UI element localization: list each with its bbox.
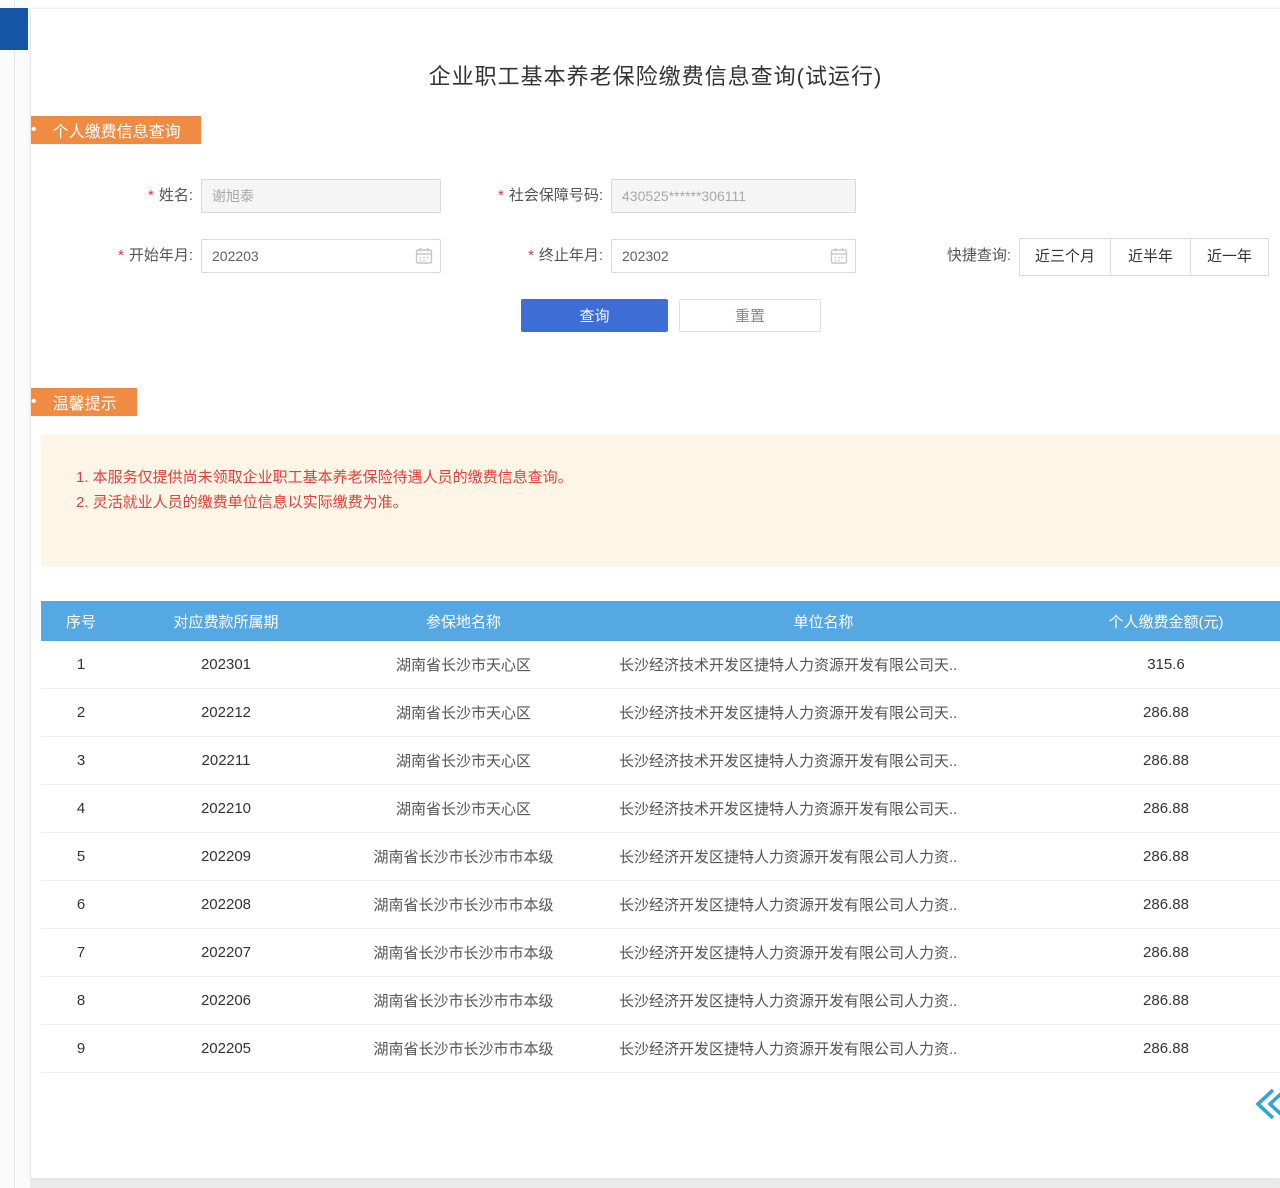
query-button[interactable]: 查询 [521,299,668,332]
end-month-label: *终止年月: [411,239,603,273]
cell-period: 202301 [121,656,331,673]
cell-seq: 9 [41,1040,121,1057]
cell-area: 湖南省长沙市天心区 [331,750,596,771]
section-tips-label: 温馨提示 [53,390,117,414]
cell-area: 湖南省长沙市长沙市市本级 [331,1038,596,1059]
section-header-query: • 个人缴费信息查询 [30,116,201,144]
table-row: 5 202209 湖南省长沙市长沙市市本级 长沙经济开发区捷特人力资源开发有限公… [41,833,1280,881]
cell-company: 长沙经济技术开发区捷特人力资源开发有限公司天.. [596,798,1051,819]
double-chevron-left-icon[interactable] [1249,1086,1280,1122]
cell-seq: 1 [41,656,121,673]
cell-amount: 286.88 [1051,848,1280,865]
ssn-label: *社会保障号码: [411,179,603,213]
section-header-tips: • 温馨提示 [30,388,137,416]
ribbon-fold-icon [30,144,31,157]
cell-seq: 8 [41,992,121,1009]
reset-button[interactable]: 重置 [679,299,821,332]
page-bottom-strip [30,1178,1280,1188]
cell-company: 长沙经济开发区捷特人力资源开发有限公司人力资.. [596,846,1051,867]
table-row: 1 202301 湖南省长沙市天心区 长沙经济技术开发区捷特人力资源开发有限公司… [41,641,1280,689]
cell-company: 长沙经济开发区捷特人力资源开发有限公司人力资.. [596,1038,1051,1059]
notice-line: 1. 本服务仅提供尚未领取企业职工基本养老保险待遇人员的缴费信息查询。 [76,465,1261,490]
table-row: 7 202207 湖南省长沙市长沙市市本级 长沙经济开发区捷特人力资源开发有限公… [41,929,1280,977]
quick-query-label: 快捷查询: [919,238,1011,274]
cell-company: 长沙经济开发区捷特人力资源开发有限公司人力资.. [596,894,1051,915]
left-gutter [0,0,30,1188]
table-row: 9 202205 湖南省长沙市长沙市市本级 长沙经济开发区捷特人力资源开发有限公… [41,1025,1280,1073]
table-row: 3 202211 湖南省长沙市天心区 长沙经济技术开发区捷特人力资源开发有限公司… [41,737,1280,785]
cell-period: 202207 [121,944,331,961]
cell-amount: 286.88 [1051,752,1280,769]
cell-area: 湖南省长沙市天心区 [331,798,596,819]
table-header-row: 序号 对应费款所属期 参保地名称 单位名称 个人缴费金额(元) [41,601,1280,641]
col-header-period: 对应费款所属期 [121,611,331,632]
cell-amount: 286.88 [1051,944,1280,961]
cell-period: 202212 [121,704,331,721]
table-row: 2 202212 湖南省长沙市天心区 长沙经济技术开发区捷特人力资源开发有限公司… [41,689,1280,737]
col-header-area: 参保地名称 [331,611,596,632]
cell-amount: 286.88 [1051,1040,1280,1057]
cell-period: 202209 [121,848,331,865]
cell-area: 湖南省长沙市长沙市市本级 [331,942,596,963]
cell-seq: 4 [41,800,121,817]
cell-amount: 315.6 [1051,656,1280,673]
cell-seq: 6 [41,896,121,913]
name-label: *姓名: [81,179,193,213]
required-icon: * [148,187,154,204]
cell-period: 202210 [121,800,331,817]
ribbon-fold-icon [30,416,31,429]
ssn-input[interactable] [611,179,856,213]
cell-company: 长沙经济技术开发区捷特人力资源开发有限公司天.. [596,654,1051,675]
corner-tab [0,8,28,50]
cell-company: 长沙经济开发区捷特人力资源开发有限公司人力资.. [596,942,1051,963]
cell-amount: 286.88 [1051,704,1280,721]
main-panel: 企业职工基本养老保险缴费信息查询(试运行) • 个人缴费信息查询 *姓名: *社… [30,8,1280,1178]
col-header-company: 单位名称 [596,611,1051,632]
cell-period: 202208 [121,896,331,913]
quick-3months-button[interactable]: 近三个月 [1019,238,1111,276]
cell-amount: 286.88 [1051,800,1280,817]
end-month-input[interactable] [611,239,856,273]
cell-company: 长沙经济技术开发区捷特人力资源开发有限公司天.. [596,702,1051,723]
cell-amount: 286.88 [1051,992,1280,1009]
cell-area: 湖南省长沙市天心区 [331,654,596,675]
start-month-input[interactable] [201,239,441,273]
cell-seq: 5 [41,848,121,865]
cell-company: 长沙经济技术开发区捷特人力资源开发有限公司天.. [596,750,1051,771]
calendar-icon[interactable] [830,247,848,265]
notice-box: 1. 本服务仅提供尚未领取企业职工基本养老保险待遇人员的缴费信息查询。 2. 灵… [41,435,1280,567]
table-row: 8 202206 湖南省长沙市长沙市市本级 长沙经济开发区捷特人力资源开发有限公… [41,977,1280,1025]
cell-area: 湖南省长沙市长沙市市本级 [331,894,596,915]
cell-area: 湖南省长沙市长沙市市本级 [331,846,596,867]
table-row: 4 202210 湖南省长沙市天心区 长沙经济技术开发区捷特人力资源开发有限公司… [41,785,1280,833]
required-icon: * [118,247,124,264]
results-table: 序号 对应费款所属期 参保地名称 单位名称 个人缴费金额(元) 1 202301… [41,601,1280,1073]
col-header-seq: 序号 [41,611,121,632]
start-month-label: *开始年月: [81,239,193,273]
cell-area: 湖南省长沙市长沙市市本级 [331,990,596,1011]
required-icon: * [528,247,534,264]
notice-line: 2. 灵活就业人员的缴费单位信息以实际缴费为准。 [76,490,1261,515]
cell-seq: 3 [41,752,121,769]
cell-area: 湖南省长沙市天心区 [331,702,596,723]
page-title: 企业职工基本养老保险缴费信息查询(试运行) [31,59,1280,91]
cell-company: 长沙经济开发区捷特人力资源开发有限公司人力资.. [596,990,1051,1011]
cell-period: 202206 [121,992,331,1009]
bullet-icon: • [31,122,37,138]
required-icon: * [498,187,504,204]
cell-seq: 7 [41,944,121,961]
cell-period: 202211 [121,752,331,769]
table-row: 6 202208 湖南省长沙市长沙市市本级 长沙经济开发区捷特人力资源开发有限公… [41,881,1280,929]
bullet-icon: • [31,394,37,410]
cell-seq: 2 [41,704,121,721]
name-input[interactable] [201,179,441,213]
quick-halfyear-button[interactable]: 近半年 [1110,238,1191,276]
col-header-amount: 个人缴费金额(元) [1051,611,1280,632]
quick-1year-button[interactable]: 近一年 [1190,238,1269,276]
section-query-label: 个人缴费信息查询 [53,118,181,142]
cell-period: 202205 [121,1040,331,1057]
cell-amount: 286.88 [1051,896,1280,913]
